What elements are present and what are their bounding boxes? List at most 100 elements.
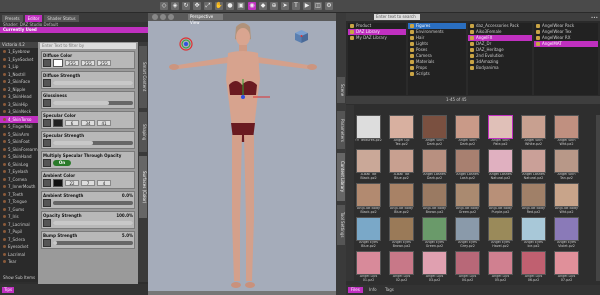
- surface-list-item[interactable]: Eyesocket: [0, 243, 38, 251]
- surface-list-item[interactable]: 5_SkinForearm: [0, 146, 38, 154]
- thumbnail-image[interactable]: [422, 115, 447, 139]
- color-channel-field[interactable]: 255: [65, 59, 79, 66]
- thumbnail-image[interactable]: [554, 251, 579, 275]
- thumbnail-image[interactable]: [521, 115, 546, 139]
- content-thumbnail[interactable]: Angel Lips 06.pz2: [519, 251, 548, 285]
- currently-used-header[interactable]: Currently Used: [0, 27, 148, 33]
- content-thumbnail[interactable]: Angel Eyes Blue.pz2: [354, 217, 383, 251]
- color-channel-field[interactable]: 22: [65, 179, 79, 186]
- thumbnail-image[interactable]: [521, 149, 546, 173]
- gallery-scrollbar[interactable]: [596, 115, 600, 281]
- thumbnail-image[interactable]: [455, 183, 480, 207]
- surface-list-item[interactable]: 1_Eyebrow: [0, 48, 38, 56]
- surface-list-item[interactable]: 3_SkinNeck: [0, 108, 38, 116]
- content-thumbnail[interactable]: Angel Lips 05.pz2: [486, 251, 515, 285]
- content-thumbnail[interactable]: Angel Eyes Green.pz2: [420, 217, 449, 251]
- content-thumbnail[interactable]: Angel Lashes Dark.pz2: [420, 149, 449, 183]
- render-icon[interactable]: ▶: [303, 2, 311, 10]
- thumbnail-image[interactable]: [488, 217, 513, 241]
- surface-list-item[interactable]: 5_SkinArm: [0, 131, 38, 139]
- thumbnail-image[interactable]: [521, 183, 546, 207]
- content-thumbnail[interactable]: Angel Lips 03.pz2: [420, 251, 449, 285]
- move-icon[interactable]: ✋: [215, 2, 223, 10]
- content-thumbnail[interactable]: !!! Textures.pz2: [354, 115, 383, 149]
- content-thumbnail[interactable]: Angel Lip Tex.pz2: [387, 115, 416, 149]
- surface-list-item[interactable]: 1_Lip: [0, 63, 38, 71]
- thumbnail-image[interactable]: [488, 251, 513, 275]
- surface-list-item[interactable]: 7_Pupil: [0, 228, 38, 236]
- joint-edit-icon[interactable]: ⊕: [270, 2, 278, 10]
- texture-map-icon[interactable]: [43, 198, 51, 207]
- tab-shaping[interactable]: Shaping: [139, 112, 147, 152]
- thumbnail-image[interactable]: [455, 115, 480, 139]
- property-glossiness[interactable]: Glossiness: [41, 91, 135, 109]
- property-multiply-specular-through-opacity[interactable]: Multiply Specular Through Opacity On: [41, 151, 135, 169]
- thumbnail-image[interactable]: [554, 183, 579, 207]
- thumbnail-image[interactable]: [389, 251, 414, 275]
- thumbnail-image[interactable]: [389, 115, 414, 139]
- 3d-viewport[interactable]: Perspective View: [148, 13, 336, 295]
- content-thumbnail[interactable]: Angl-Tat Body Green.pz2: [453, 183, 482, 217]
- surface-list-item[interactable]: 7_Sclera: [0, 236, 38, 244]
- content-thumbnail[interactable]: Angel Skin Dark.pz2: [453, 115, 482, 149]
- surface-list-item[interactable]: 7_Iris: [0, 213, 38, 221]
- surface-list-item[interactable]: 1_Nostril: [0, 71, 38, 79]
- surface-list-item[interactable]: 6_SkinLeg: [0, 161, 38, 169]
- folder-item[interactable]: My DAZ Library: [348, 35, 406, 41]
- surface-list-item[interactable]: 5_SkinFoot: [0, 138, 38, 146]
- property-slider[interactable]: [53, 80, 133, 85]
- content-thumbnail[interactable]: Angel Skin Tan.pz2: [552, 149, 581, 183]
- content-thumbnail[interactable]: Angl-Tat Body Blue.pz2: [387, 183, 416, 217]
- property-slider[interactable]: [53, 100, 133, 105]
- texture-map-icon[interactable]: [43, 98, 51, 107]
- folder-item[interactable]: Bodyanima: [468, 65, 532, 71]
- library-search-input[interactable]: Enter text to search by: [374, 14, 420, 25]
- color-channel-field[interactable]: 6: [65, 119, 79, 126]
- content-thumbnail[interactable]: Angel Eyes Grey.pz2: [453, 217, 482, 251]
- folder-item[interactable]: AngelMAT: [534, 41, 598, 47]
- content-thumbnail[interactable]: Angel Lashes Natural.pz2: [486, 149, 515, 183]
- thumbnail-image[interactable]: [356, 149, 381, 173]
- content-thumbnail[interactable]: A-Ball Tat Blue.pz2: [387, 149, 416, 183]
- thumbnail-image[interactable]: [488, 115, 513, 139]
- thumbnail-image[interactable]: [455, 149, 480, 173]
- content-thumbnail[interactable]: Angl-Tat Body Black.pz2: [354, 183, 383, 217]
- surface-list-item[interactable]: Tear: [0, 258, 38, 266]
- content-thumbnail[interactable]: Angel Lips 02.pz2: [387, 251, 416, 285]
- surface-list-item[interactable]: 5_FingerNail: [0, 123, 38, 131]
- thumbnail-image[interactable]: [389, 217, 414, 241]
- content-thumbnail[interactable]: Angel Lashes Natural.pz2: [519, 149, 548, 183]
- surface-list-item[interactable]: 7_Lacrimal: [0, 221, 38, 229]
- thumbnail-image[interactable]: [455, 217, 480, 241]
- tab-scene[interactable]: Scene: [337, 77, 345, 103]
- surface-list-item[interactable]: 7_InnerMouth: [0, 183, 38, 191]
- tab-smart-content[interactable]: Smart Content: [139, 46, 147, 108]
- property-specular-color[interactable]: Specular Color 6 34 41: [41, 111, 135, 129]
- tab-shader-status[interactable]: Shader Status: [44, 15, 79, 22]
- tab-tool-settings[interactable]: Tool Settings: [337, 205, 345, 245]
- content-thumbnail[interactable]: Angel Skin White.pz2: [519, 115, 548, 149]
- content-thumbnail[interactable]: Angel Skin Dark.pz2: [420, 115, 449, 149]
- texture-map-icon[interactable]: [43, 58, 51, 67]
- tab-info[interactable]: Info: [366, 287, 380, 293]
- thumbnail-image[interactable]: [521, 251, 546, 275]
- property-bump-strength[interactable]: Bump Strength 5.0%: [41, 231, 135, 249]
- property-diffuse-color[interactable]: Diffuse Color 255 255 255: [41, 51, 135, 69]
- thumbnail-image[interactable]: [356, 183, 381, 207]
- tab-presets[interactable]: Presets: [2, 15, 23, 22]
- texture-map-icon[interactable]: [43, 78, 51, 87]
- property-opacity-strength[interactable]: Opacity Strength 100.0%: [41, 211, 135, 229]
- tab-editor[interactable]: Editor: [24, 15, 43, 22]
- surface-list-item[interactable]: 7_Teeth: [0, 191, 38, 199]
- property-slider[interactable]: [53, 140, 133, 145]
- content-thumbnail[interactable]: Angel Lips 07.pz2: [552, 251, 581, 285]
- thumbnail-image[interactable]: [554, 115, 579, 139]
- surface-list-item[interactable]: 2_SkinFace: [0, 78, 38, 86]
- tab-surfaces[interactable]: Surfaces (Color): [139, 156, 147, 218]
- texture-map-icon[interactable]: [43, 118, 51, 127]
- property-slider[interactable]: [53, 200, 133, 205]
- select-icon[interactable]: ◇: [160, 2, 168, 10]
- content-thumbnail[interactable]: Angl-Tat Body Purple.pz2: [486, 183, 515, 217]
- thumbnail-image[interactable]: [389, 183, 414, 207]
- color-swatch[interactable]: [53, 58, 63, 67]
